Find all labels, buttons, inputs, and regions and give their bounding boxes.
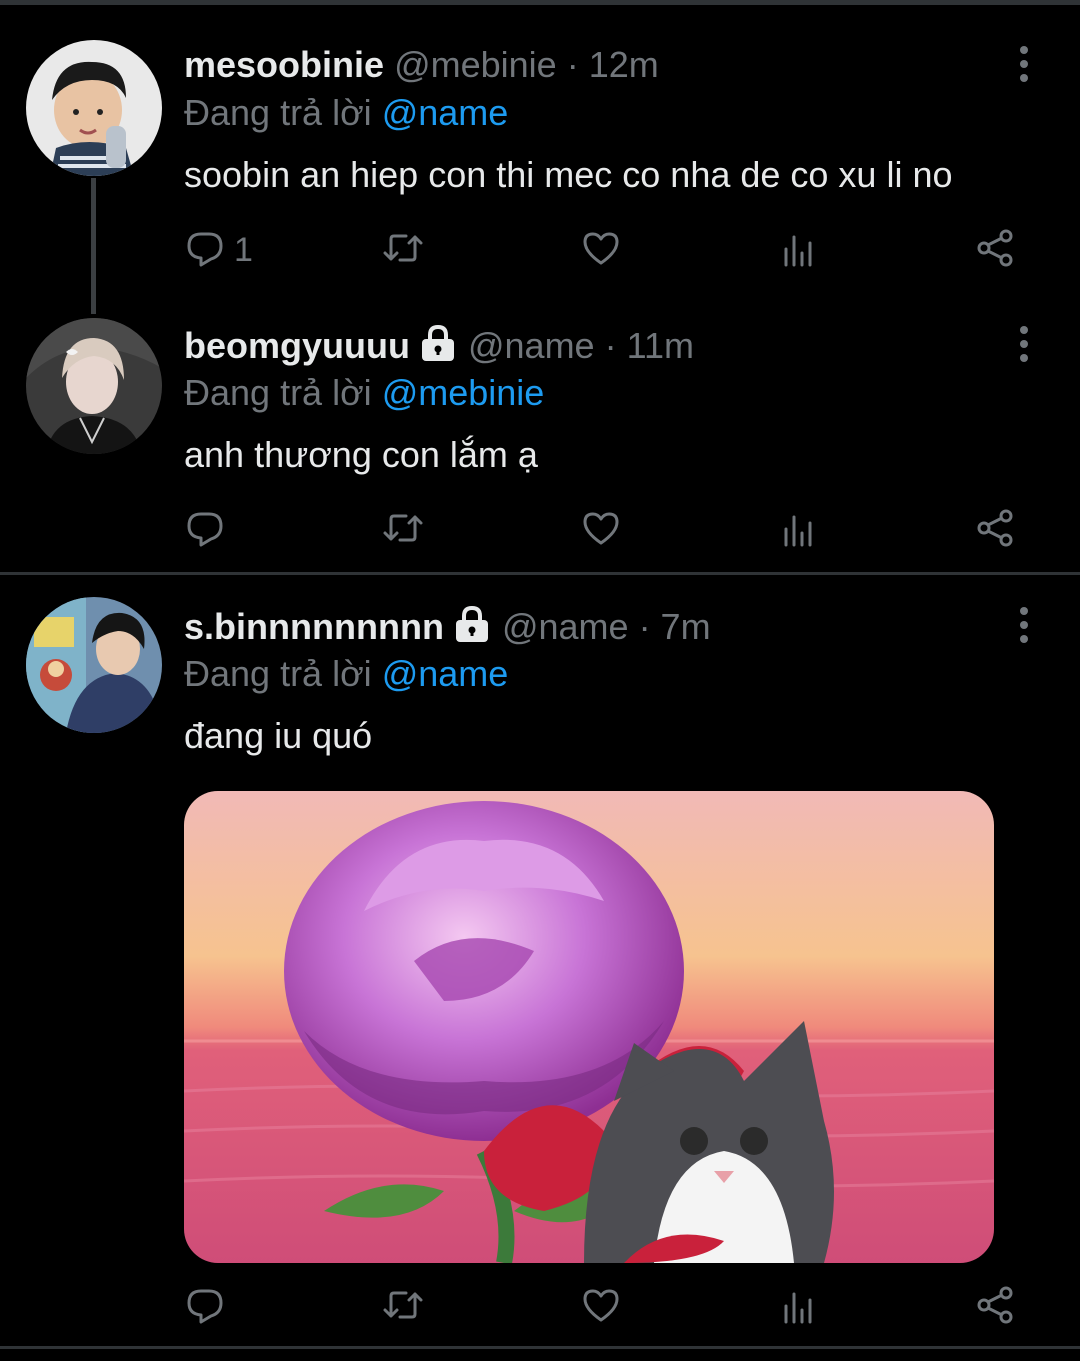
replying-prefix: Đang trả lời bbox=[184, 92, 372, 133]
handle[interactable]: @mebinie bbox=[394, 44, 557, 85]
mention-link[interactable]: @name bbox=[382, 92, 509, 133]
analytics-button[interactable] bbox=[778, 226, 820, 274]
reply-icon bbox=[184, 227, 226, 274]
handle[interactable]: @name bbox=[468, 325, 595, 366]
share-icon bbox=[974, 507, 1016, 554]
reply-button[interactable]: 1 bbox=[184, 226, 253, 274]
display-name[interactable]: beomgyuuuu bbox=[184, 325, 410, 366]
analytics-button[interactable] bbox=[778, 506, 820, 554]
analytics-icon bbox=[778, 507, 820, 554]
mention-link[interactable]: @mebinie bbox=[382, 372, 545, 413]
replying-to: Đang trả lời @mebinie bbox=[184, 372, 544, 414]
replying-prefix: Đang trả lời bbox=[184, 653, 372, 694]
avatar[interactable] bbox=[26, 597, 162, 733]
rose-and-cat-image[interactable] bbox=[184, 791, 994, 1263]
timestamp[interactable]: · 11m bbox=[605, 325, 694, 366]
share-button[interactable] bbox=[974, 226, 1016, 274]
analytics-icon bbox=[778, 227, 820, 274]
avatar[interactable] bbox=[26, 40, 162, 176]
tweet-header: beomgyuuuu @name · 11m bbox=[184, 324, 694, 371]
retweet-button[interactable] bbox=[382, 1283, 424, 1331]
more-icon[interactable] bbox=[1008, 44, 1040, 84]
more-icon[interactable] bbox=[1008, 605, 1040, 645]
reply-button[interactable] bbox=[184, 1283, 226, 1331]
retweet-button[interactable] bbox=[382, 226, 424, 274]
bottom-divider bbox=[0, 1346, 1080, 1349]
tweet-3[interactable]: s.binnnnnnnnn @name · 7m Đang trả lời @na… bbox=[0, 575, 1080, 1345]
replying-to: Đang trả lời @name bbox=[184, 653, 508, 695]
analytics-button[interactable] bbox=[778, 1283, 820, 1331]
share-button[interactable] bbox=[974, 506, 1016, 554]
reply-icon bbox=[184, 1284, 226, 1331]
share-icon bbox=[974, 227, 1016, 274]
display-name[interactable]: s.binnnnnnnnn bbox=[184, 606, 444, 647]
reply-icon bbox=[184, 507, 226, 554]
lock-icon bbox=[452, 605, 492, 652]
like-button[interactable] bbox=[580, 506, 622, 554]
like-button[interactable] bbox=[580, 1283, 622, 1331]
mention-link[interactable]: @name bbox=[382, 653, 509, 694]
retweet-icon bbox=[382, 227, 424, 274]
reply-button[interactable] bbox=[184, 506, 226, 554]
like-icon bbox=[580, 227, 622, 274]
replying-to: Đang trả lời @name bbox=[184, 92, 508, 134]
lock-icon bbox=[418, 324, 458, 371]
timestamp[interactable]: · 12m bbox=[567, 44, 659, 85]
retweet-icon bbox=[382, 1284, 424, 1331]
retweet-icon bbox=[382, 507, 424, 554]
reply-count: 1 bbox=[234, 230, 253, 269]
avatar[interactable] bbox=[26, 318, 162, 454]
tweet-header: mesoobinie @mebinie · 12m bbox=[184, 44, 659, 86]
tweet-text: soobin an hiep con thi mec co nha de co … bbox=[184, 154, 953, 195]
like-icon bbox=[580, 1284, 622, 1331]
like-button[interactable] bbox=[580, 226, 622, 274]
tweet-2[interactable]: beomgyuuuu @name · 11m Đang trả lời @mebi… bbox=[0, 300, 1080, 572]
more-icon[interactable] bbox=[1008, 324, 1040, 364]
handle[interactable]: @name bbox=[502, 606, 629, 647]
tweet-text: đang iu quó bbox=[184, 715, 373, 756]
analytics-icon bbox=[778, 1284, 820, 1331]
tweet-header: s.binnnnnnnnn @name · 7m bbox=[184, 605, 711, 652]
action-bar: 1 bbox=[184, 226, 1044, 274]
replying-prefix: Đang trả lời bbox=[184, 372, 372, 413]
action-bar bbox=[184, 1283, 1044, 1331]
display-name[interactable]: mesoobinie bbox=[184, 44, 384, 85]
retweet-button[interactable] bbox=[382, 506, 424, 554]
share-button[interactable] bbox=[974, 1283, 1016, 1331]
thread-line bbox=[91, 178, 96, 314]
tweet-text: anh thương con lắm ạ bbox=[184, 434, 538, 475]
timestamp[interactable]: · 7m bbox=[639, 606, 711, 647]
share-icon bbox=[974, 1284, 1016, 1331]
tweet-1[interactable]: mesoobinie @mebinie · 12m Đang trả lời @… bbox=[0, 0, 1080, 314]
like-icon bbox=[580, 507, 622, 554]
action-bar bbox=[184, 506, 1044, 554]
